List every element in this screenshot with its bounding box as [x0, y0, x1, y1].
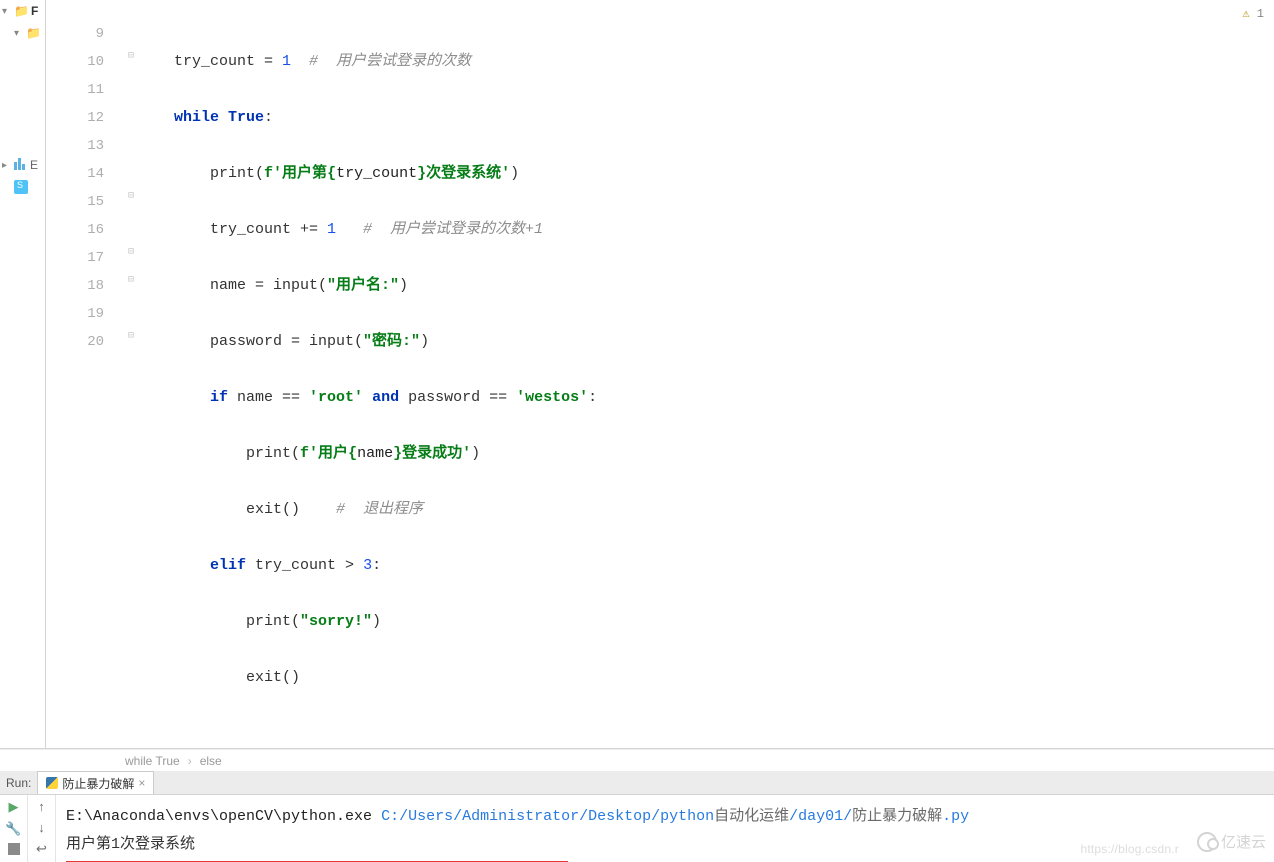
rerun-button[interactable]: ▶	[5, 799, 23, 815]
close-icon[interactable]: ×	[138, 776, 145, 790]
watermark-logo: 亿速云	[1197, 831, 1266, 852]
console-command-line: E:\Anaconda\envs\openCV\python.exe C:/Us…	[66, 803, 1264, 831]
fold-marker-icon: ⊟	[124, 190, 138, 218]
fold-marker-icon: ⊟	[124, 274, 138, 302]
line-number-gutter: 91011121314151617181920	[46, 0, 124, 748]
stop-button[interactable]	[5, 843, 23, 855]
inspection-indicator[interactable]: ⚠ 1	[1242, 6, 1264, 21]
f-string-prefix: f'	[264, 165, 282, 182]
scratches-icon	[14, 180, 28, 194]
watermark-url: https://blog.csdn.r	[1080, 842, 1179, 856]
project-tree[interactable]: ▾📁F ▾📁 ▸E	[0, 0, 46, 748]
down-button[interactable]: ↓	[33, 820, 51, 835]
fold-gutter[interactable]: ⊟⊟⊟⊟⊟	[124, 0, 138, 748]
python-icon	[46, 777, 58, 789]
run-label: Run:	[0, 776, 37, 790]
external-libs-icon	[14, 158, 28, 172]
chevron-down-icon[interactable]: ▾	[14, 28, 24, 39]
chevron-right-icon: ›	[188, 754, 192, 768]
logo-icon	[1197, 832, 1217, 852]
breadcrumb-item[interactable]: else	[200, 754, 222, 768]
breadcrumb-item[interactable]: while True	[125, 754, 180, 768]
run-tab[interactable]: 防止暴力破解 ×	[37, 771, 154, 794]
run-tab-label: 防止暴力破解	[62, 775, 134, 792]
chevron-right-icon[interactable]: ▸	[2, 160, 12, 171]
folder-icon: 📁	[14, 4, 29, 18]
up-button[interactable]: ↑	[33, 799, 51, 814]
folder-icon: 📁	[26, 26, 41, 40]
breadcrumb[interactable]: while True › else	[0, 749, 1274, 771]
run-toolbar-secondary: ↑ ↓ ↩ ⇲ 🖶 🗑	[28, 795, 56, 862]
code-editor[interactable]: try_count = 1 # 用户尝试登录的次数 while True: pr…	[138, 0, 1274, 748]
fold-marker-icon: ⊟	[124, 50, 138, 78]
settings-button[interactable]: 🔧	[5, 821, 23, 837]
run-toolbar-primary: ▶ 🔧 ≡ 📌	[0, 795, 28, 862]
chevron-down-icon[interactable]: ▾	[2, 6, 12, 17]
soft-wrap-button[interactable]: ↩	[33, 841, 51, 857]
